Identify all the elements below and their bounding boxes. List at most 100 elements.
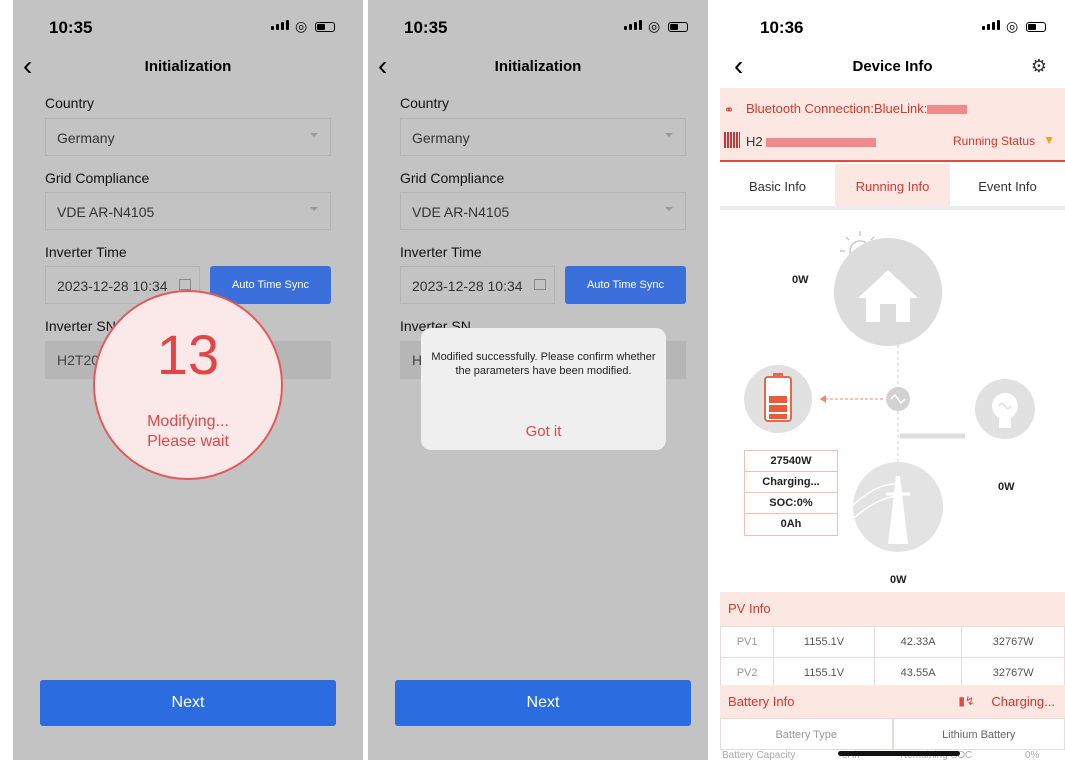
running-status-label[interactable]: Running Status <box>953 134 1035 148</box>
inverter-sn-value: H2T20 <box>57 352 100 368</box>
grid-power-value: 0W <box>890 574 907 586</box>
table-row: PV2 1155.1V 43.55A 32767W <box>720 657 1065 689</box>
load-power-value: 0W <box>998 481 1015 493</box>
grid-compliance-value: VDE AR-N4105 <box>412 204 510 220</box>
battery-icon <box>668 22 688 32</box>
cellular-signal-icon <box>982 20 1000 30</box>
calendar-icon <box>179 279 191 290</box>
phone-screen-initialization-success: 10:35 ◎ ‹ Initialization Country Germany… <box>368 0 708 760</box>
phone-screen-initialization-modifying: 10:35 ◎ ‹ Initialization Country Germany… <box>13 0 363 760</box>
next-button[interactable]: Next <box>40 680 336 726</box>
pv-cell: 1155.1V <box>773 626 875 658</box>
country-label: Country <box>400 95 450 111</box>
next-button[interactable]: Next <box>395 680 691 726</box>
dropdown-caret-icon <box>665 133 673 137</box>
country-value: Germany <box>57 130 115 146</box>
battery-capacity-value: 0Ah <box>780 518 802 530</box>
status-bar: 10:35 ◎ <box>13 0 363 52</box>
wifi-icon: ◎ <box>1006 18 1019 34</box>
pv-info-table: PV1 1155.1V 42.33A 32767W PV2 1155.1V 43… <box>720 626 1065 689</box>
battery-type-value: Lithium Battery <box>892 718 1065 750</box>
page-title: Device Info <box>852 58 933 75</box>
battery-state-value: Charging... <box>745 472 837 493</box>
barcode-icon <box>724 132 740 148</box>
pv-cell: 32767W <box>961 657 1065 689</box>
battery-info-title: Battery Info <box>728 694 795 709</box>
country-value: Germany <box>412 130 470 146</box>
pv-cell: 1155.1V <box>773 657 875 689</box>
please-wait-text: Please wait <box>147 433 229 450</box>
battery-info-status: Charging... <box>991 694 1055 709</box>
cellular-signal-icon <box>624 20 642 30</box>
gear-icon[interactable]: ⚙ <box>1031 56 1047 77</box>
bluetooth-connection-text: Bluetooth Connection:BlueLink: <box>746 101 968 116</box>
grid-compliance-select[interactable]: VDE AR-N4105 <box>400 192 686 230</box>
battery-capacity-label: Battery Capacity <box>722 750 796 760</box>
modifying-countdown-overlay: 13 Modifying... Please wait <box>93 290 283 480</box>
grid-compliance-label: Grid Compliance <box>45 170 150 186</box>
country-select[interactable]: Germany <box>45 118 331 156</box>
battery-icon <box>315 22 335 32</box>
wifi-icon: ◎ <box>648 18 661 34</box>
inverter-time-label: Inverter Time <box>45 244 127 260</box>
battery-stats-box: 27540W Charging... SOC:0% 0Ah <box>744 450 838 536</box>
pv-power-value: 0W <box>792 274 809 286</box>
status-bar: 10:36 ◎ <box>720 0 1065 52</box>
bulb-icon <box>975 379 1035 439</box>
cellular-signal-icon <box>271 20 289 30</box>
got-it-button[interactable]: Got it <box>421 423 666 440</box>
inverter-time-value: 2023-12-28 10:34 <box>57 278 168 294</box>
inverter-time-field[interactable]: 2023-12-28 10:34 <box>400 266 555 304</box>
navigation-bar: ‹ Initialization <box>368 52 708 84</box>
battery-info-header: Battery Info ▮↯ Charging... <box>720 685 1065 719</box>
device-sn-text: H2 <box>746 134 877 149</box>
navigation-bar: ‹ Device Info ⚙ <box>720 52 1065 84</box>
pv-info-header: PV Info <box>720 592 1065 626</box>
dropdown-caret-icon <box>310 133 318 137</box>
success-alert-dialog: Modified successfully. Please confirm wh… <box>421 328 666 450</box>
battery-soc-value: SOC:0% <box>745 493 837 514</box>
pv-cell: 43.55A <box>873 657 963 689</box>
tab-event-info[interactable]: Event Info <box>950 164 1065 206</box>
battery-type-row: Battery Type Lithium Battery <box>720 718 1065 750</box>
grid-compliance-value: VDE AR-N4105 <box>57 204 155 220</box>
redacted-block <box>766 138 877 148</box>
battery-power-value: 27540W <box>745 451 837 472</box>
home-indicator[interactable] <box>838 751 960 756</box>
modifying-message: Modifying... Please wait <box>95 412 281 452</box>
inverter-node-icon <box>886 387 910 411</box>
status-time: 10:35 <box>404 18 448 37</box>
phone-screen-device-info: 10:36 ◎ ‹ Device Info ⚙ ⚭ Bluetooth Conn… <box>720 0 1065 760</box>
battery-charging-icon: ▮↯ <box>958 694 975 708</box>
home-icon <box>834 238 942 346</box>
countdown-number: 13 <box>156 323 220 386</box>
page-title: Initialization <box>494 58 582 75</box>
table-row: PV1 1155.1V 42.33A 32767W <box>720 626 1065 658</box>
grid-compliance-select[interactable]: VDE AR-N4105 <box>45 192 331 230</box>
pv-cell: PV1 <box>720 626 775 658</box>
country-select[interactable]: Germany <box>400 118 686 156</box>
status-time: 10:36 <box>760 18 804 37</box>
bluetooth-connection-label: Bluetooth Connection:BlueLink: <box>746 101 928 116</box>
energy-flow-diagram: 0W 0W 0W 27540W Charging... SOC:0% 0Ah <box>720 214 1065 592</box>
page-title: Initialization <box>144 58 232 75</box>
tab-running-info[interactable]: Running Info <box>835 164 950 206</box>
auto-time-sync-button[interactable]: Auto Time Sync <box>565 266 686 304</box>
tab-basic-info[interactable]: Basic Info <box>720 164 835 206</box>
pv-cell: 42.33A <box>873 626 963 658</box>
device-connection-band: ⚭ Bluetooth Connection:BlueLink: H2 Runn… <box>720 88 1065 162</box>
wifi-icon: ◎ <box>295 18 308 34</box>
status-time: 10:35 <box>49 18 93 37</box>
navigation-bar: ‹ Initialization <box>13 52 363 84</box>
inverter-time-label: Inverter Time <box>400 244 482 260</box>
dropdown-caret-icon <box>665 207 673 211</box>
link-icon: ⚭ <box>724 103 735 117</box>
calendar-icon <box>534 279 546 290</box>
redacted-block <box>927 105 968 115</box>
dropdown-caret-icon <box>310 207 318 211</box>
remaining-soc-value: 0% <box>1025 750 1040 760</box>
inverter-time-value: 2023-12-28 10:34 <box>412 278 523 294</box>
power-tower-icon <box>839 462 943 552</box>
status-bar: 10:35 ◎ <box>368 0 708 52</box>
grid-compliance-label: Grid Compliance <box>400 170 505 186</box>
